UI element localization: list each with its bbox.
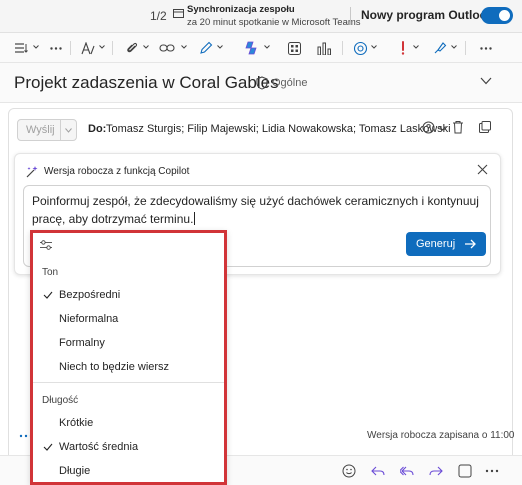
chevron-down-icon[interactable]	[451, 45, 457, 49]
tone-option-label: Formalny	[59, 337, 105, 349]
more-icon[interactable]	[478, 38, 494, 58]
text-style-icon[interactable]	[80, 38, 96, 58]
reply-icon[interactable]	[371, 464, 385, 478]
length-option-label: Długie	[59, 465, 91, 477]
toolbar-divider	[112, 41, 113, 55]
important-icon[interactable]	[396, 38, 410, 58]
subject-row: Projekt zadaszenia w Coral Gables Ogólne	[0, 63, 522, 103]
pen-icon[interactable]	[198, 38, 214, 58]
title-bar: 1/2 Synchronizacja zespołu za 20 minut s…	[0, 0, 522, 33]
adjust-options-icon[interactable]	[39, 239, 53, 251]
chevron-down-icon[interactable]	[33, 45, 39, 49]
checkmark-icon	[43, 291, 53, 299]
to-recipients[interactable]: Tomasz Sturgis; Filip Majewski; Lidia No…	[106, 123, 451, 135]
title-bar-divider	[350, 7, 351, 25]
new-outlook-label: Nowy program Outlook	[361, 8, 494, 22]
to-label: Do:	[88, 123, 107, 135]
generate-button[interactable]: Generuj	[406, 232, 486, 256]
length-option-long[interactable]: Długie	[33, 460, 224, 484]
close-icon[interactable]	[477, 164, 488, 175]
more-icon[interactable]	[485, 464, 499, 478]
emoji-icon[interactable]	[342, 464, 356, 478]
attach-icon[interactable]	[124, 38, 140, 58]
link-icon[interactable]	[158, 38, 176, 58]
tone-heading: Ton	[42, 267, 59, 278]
tone-option-label: Nieformalna	[59, 313, 119, 325]
subject-title[interactable]: Projekt zadaszenia w Coral Gables	[14, 73, 279, 93]
chevron-down-icon[interactable]	[217, 45, 223, 49]
length-option-label: Krótkie	[59, 417, 94, 429]
send-split-divider	[60, 120, 61, 140]
length-heading: Długość	[42, 395, 79, 406]
new-outlook-toggle[interactable]	[481, 7, 513, 24]
help-icon[interactable]	[422, 121, 435, 134]
shield-icon[interactable]	[256, 76, 268, 90]
tone-option-poem[interactable]: Niech to będzie wiersz	[33, 356, 224, 380]
reminder-subtitle: za 20 minut spotkanie w Microsoft Teams	[187, 17, 361, 28]
chevron-down-icon[interactable]	[439, 126, 446, 131]
apps-icon[interactable]	[458, 464, 472, 478]
toolbar-divider	[465, 41, 466, 55]
copilot-icon[interactable]	[243, 38, 261, 58]
text-cursor	[194, 212, 196, 225]
trash-icon[interactable]	[452, 120, 464, 134]
toolbar-divider	[70, 41, 71, 55]
chevron-down-icon[interactable]	[413, 45, 419, 49]
length-option-label: Wartość średnia	[59, 441, 139, 453]
chevron-down-icon[interactable]	[181, 45, 187, 49]
sensitivity-label[interactable]: Ogólne	[272, 77, 307, 89]
list-format-icon[interactable]	[14, 38, 30, 58]
tone-option-formal[interactable]: Formalny	[33, 332, 224, 356]
paint-icon[interactable]	[432, 38, 448, 58]
length-option-short[interactable]: Krótkie	[33, 412, 224, 436]
copilot-options-menu: Ton Bezpośredni Nieformalna Formalny Nie…	[30, 230, 227, 485]
chevron-down-icon[interactable]	[371, 45, 377, 49]
tone-option-label: Niech to będzie wiersz	[59, 361, 170, 373]
copilot-title: Wersja robocza z funkcją Copilot	[44, 166, 190, 177]
loop-icon[interactable]	[352, 38, 368, 58]
chevron-down-icon[interactable]	[264, 45, 270, 49]
toolbar-divider	[342, 41, 343, 55]
menu-divider	[33, 382, 224, 383]
send-button[interactable]: Wyślij	[17, 119, 77, 141]
forward-icon[interactable]	[429, 464, 443, 478]
reminder-title[interactable]: Synchronizacja zespołu	[187, 4, 295, 15]
more-icon[interactable]	[48, 38, 64, 58]
formatting-toolbar	[0, 33, 522, 63]
popout-icon[interactable]	[479, 121, 491, 133]
chevron-down-icon[interactable]	[99, 45, 105, 49]
arrow-right-icon	[465, 239, 476, 249]
tone-option-label: Bezpośredni	[59, 289, 121, 301]
chart-icon[interactable]	[316, 38, 332, 58]
calendar-icon	[173, 9, 184, 18]
reminder-counter: 1/2	[150, 9, 167, 23]
copilot-draft-icon	[26, 166, 38, 178]
length-option-medium[interactable]: Wartość średnia	[33, 436, 224, 460]
tone-option-direct[interactable]: Bezpośredni	[33, 284, 224, 308]
chevron-down-icon[interactable]	[480, 77, 492, 85]
tone-option-informal[interactable]: Nieformalna	[33, 308, 224, 332]
toggle-knob	[499, 10, 510, 21]
checkmark-icon	[43, 443, 53, 451]
apps-icon[interactable]	[286, 38, 302, 58]
prompt-text-wrap: Poinformuj zespół, że zdecydowaliśmy się…	[32, 192, 482, 228]
chevron-down-icon[interactable]	[143, 45, 149, 49]
reply-all-icon[interactable]	[400, 464, 414, 478]
generate-label: Generuj	[416, 238, 456, 250]
prompt-text: Poinformuj zespół, że zdecydowaliśmy się…	[32, 194, 479, 226]
send-label: Wyślij	[26, 124, 55, 136]
draft-saved-status: Wersja robocza zapisana o 11:00	[367, 430, 515, 441]
chevron-down-icon[interactable]	[65, 128, 72, 133]
